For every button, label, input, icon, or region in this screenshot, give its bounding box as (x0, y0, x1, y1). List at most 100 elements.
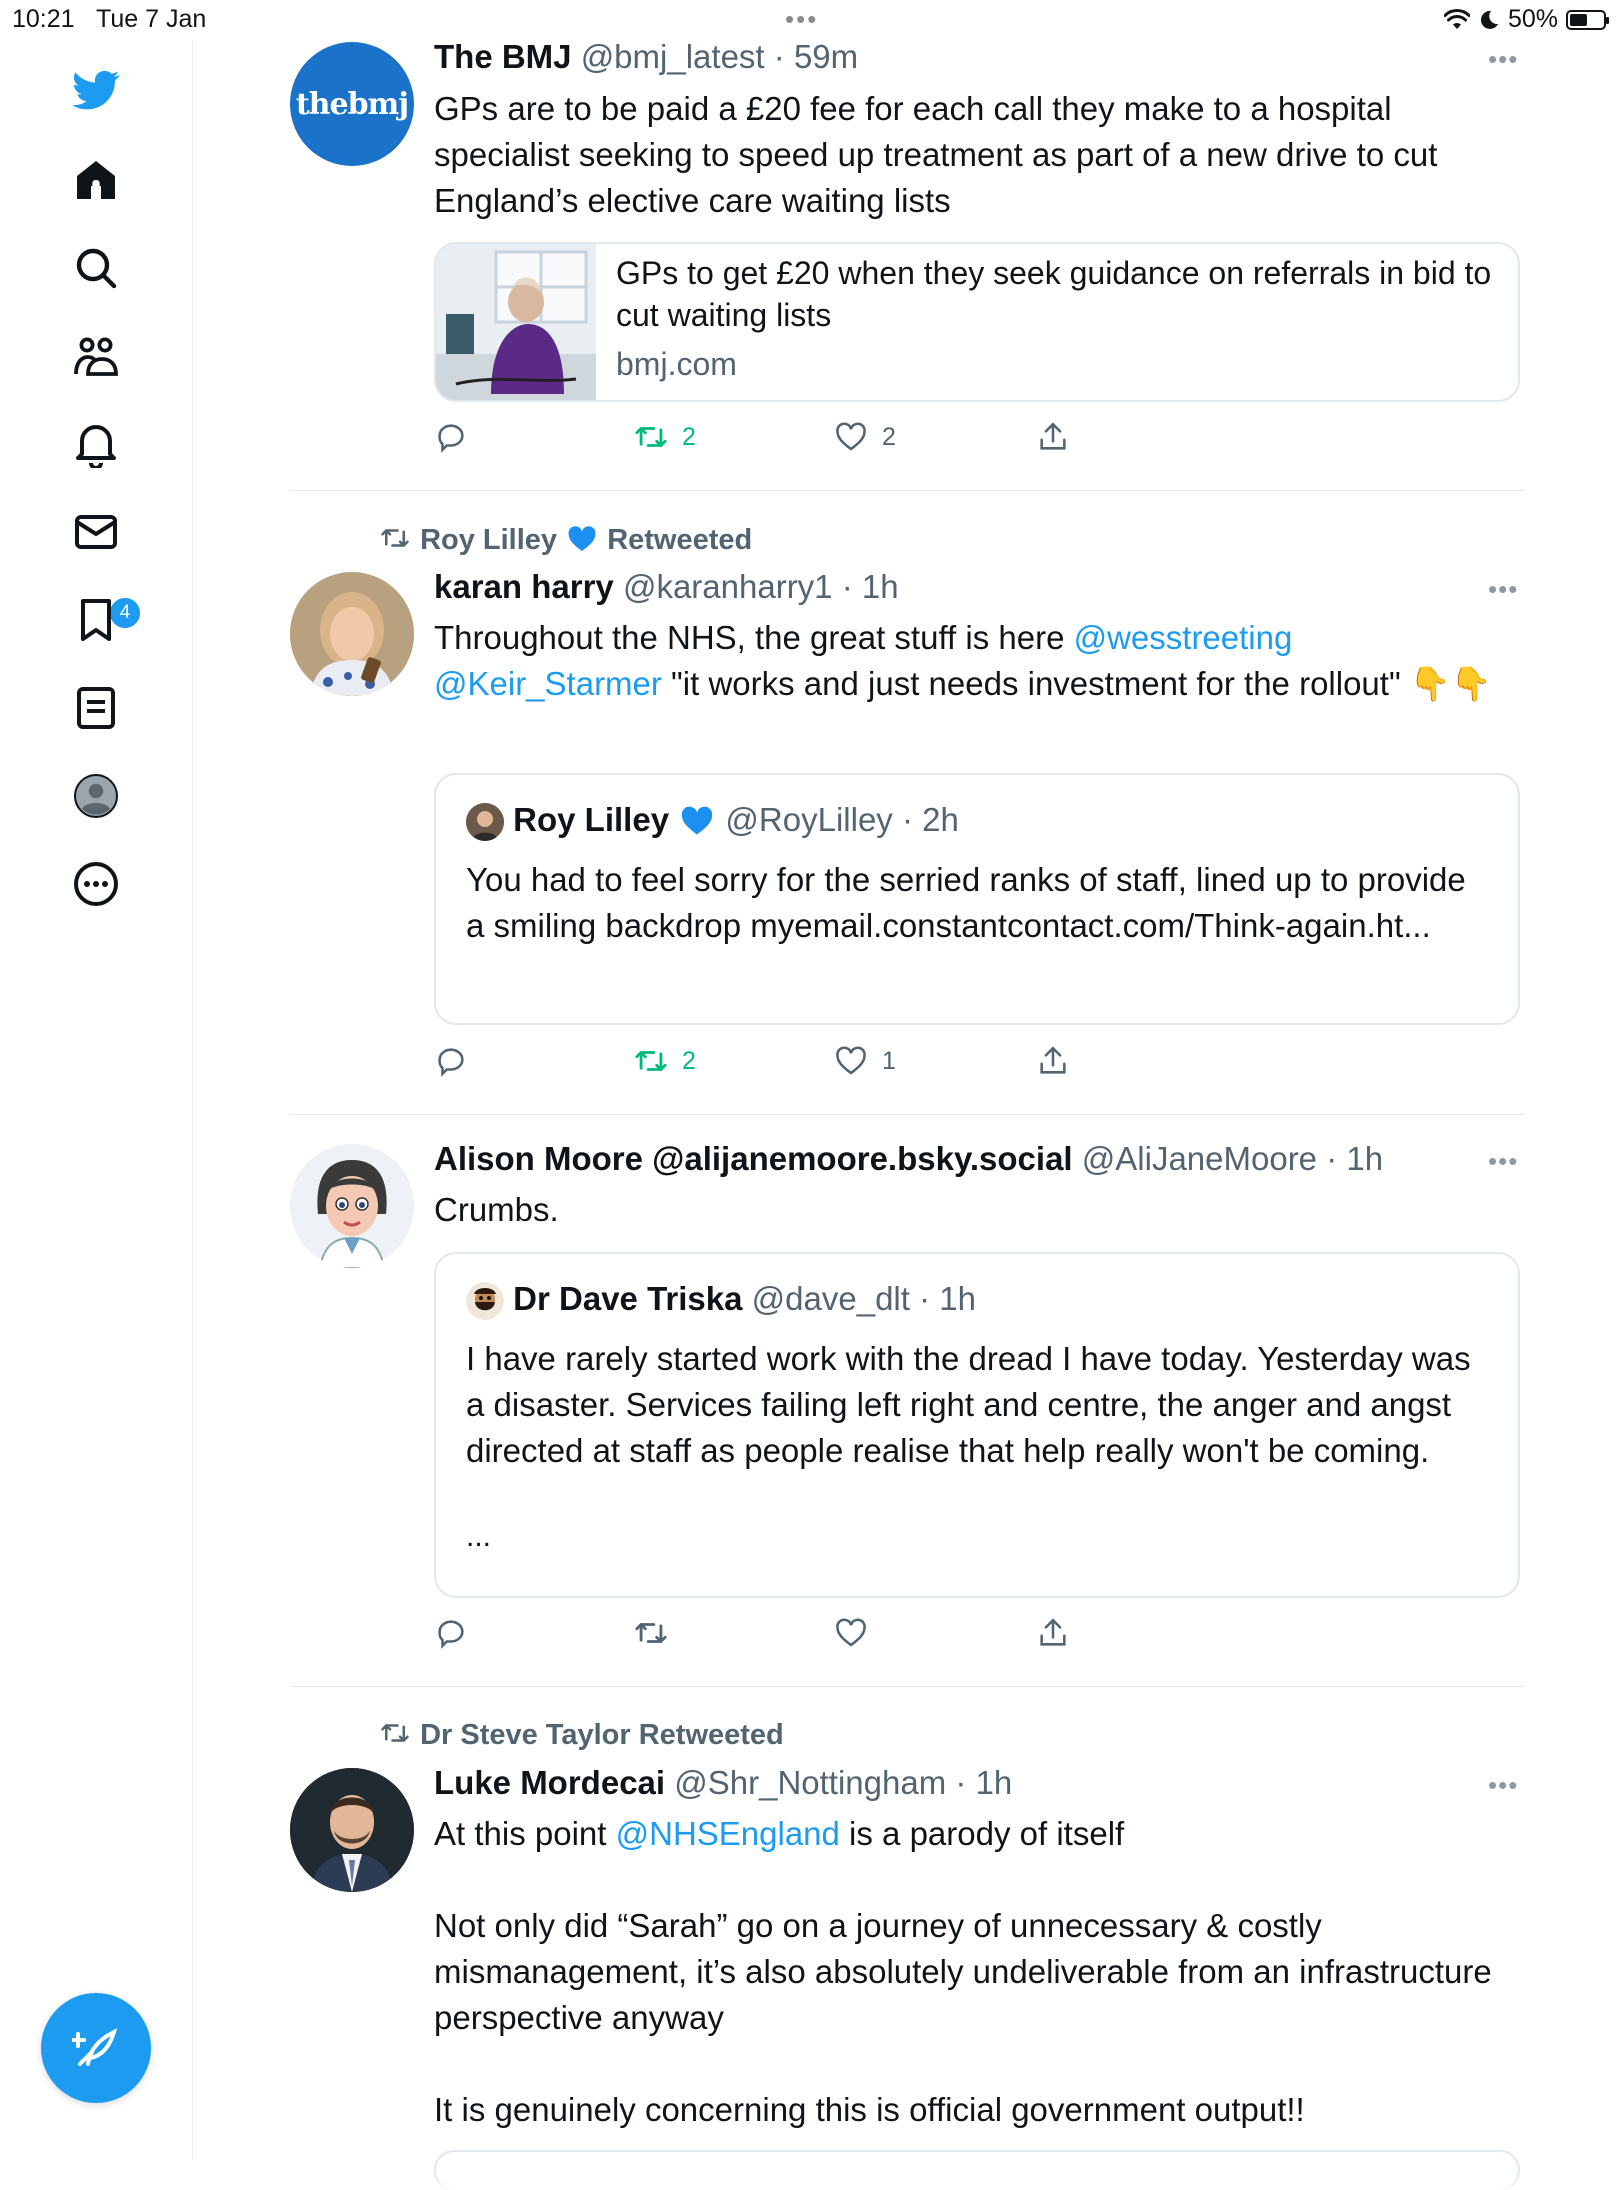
author-name[interactable]: Alison Moore @alijanemoore.bsky.social (434, 1140, 1073, 1177)
dot-separator: · (841, 568, 853, 605)
tweet-more-button[interactable]: ••• (1488, 1146, 1518, 1177)
profile-avatar-icon[interactable] (68, 768, 124, 824)
retweet-context[interactable]: Roy Lilley Retweeted (378, 523, 752, 557)
battery-icon (1566, 9, 1609, 30)
retweeted-label: Retweeted (607, 524, 753, 556)
tweet-header: Alison Moore @alijanemoore.bsky.social @… (434, 1140, 1383, 1178)
author-name[interactable]: karan harry (434, 568, 614, 605)
tweet-text: Crumbs. (434, 1191, 559, 1228)
tweet-avatar-alison[interactable] (290, 1144, 414, 1268)
share-button[interactable] (1036, 1616, 1070, 1650)
mention-link[interactable]: @NHSEngland (616, 1815, 840, 1852)
share-icon (1040, 1618, 1066, 1646)
like-count: 1 (882, 1046, 896, 1075)
link-card[interactable]: GPs to get £20 when they seek guidance o… (434, 242, 1520, 402)
tweet-text: At this point @NHSEngland is a parody of… (434, 1811, 1524, 1857)
quoted-tweet[interactable]: Dr Dave Triska @dave_dlt · 1h I have rar… (434, 1252, 1520, 1598)
embedded-card-top[interactable] (434, 2150, 1520, 2190)
tweet-text-end: is a parody of itself (839, 1815, 1125, 1852)
tweet-header: karan harry @karanharry1 · 1h (434, 568, 899, 606)
sidebar: 4 (0, 40, 193, 2160)
bmj-logo-text: thebmj (295, 86, 409, 122)
author-name[interactable]: Luke Mordecai (434, 1764, 665, 1801)
bookmarks-icon[interactable] (68, 592, 124, 648)
compose-feather-icon (72, 2028, 118, 2066)
mention-link[interactable]: @wesstreeting (1074, 619, 1293, 656)
more-options-icon[interactable] (68, 856, 124, 912)
notifications-bell-icon[interactable] (68, 416, 124, 472)
retweet-icon (635, 1623, 667, 1643)
quoted-author-name: Roy Lilley (513, 801, 670, 838)
search-icon[interactable] (68, 240, 124, 296)
status-bar: 10:21 Tue 7 Jan ••• 50% (0, 0, 1620, 40)
tweet-avatar-luke[interactable] (290, 1768, 414, 1892)
lists-icon[interactable] (68, 680, 124, 736)
tweet-avatar-bmj[interactable]: thebmj (290, 42, 414, 166)
retweet-count: 2 (682, 1046, 696, 1075)
status-date: Tue 7 Jan (96, 5, 207, 33)
like-button[interactable] (834, 1616, 868, 1650)
share-button[interactable] (1036, 1044, 1070, 1078)
messages-icon[interactable] (68, 504, 124, 560)
dot-separator: · (1326, 1140, 1338, 1177)
tweet-actions (434, 1616, 1074, 1660)
communities-icon[interactable] (68, 328, 124, 384)
tweet-time[interactable]: 1h (862, 568, 899, 605)
share-button[interactable] (1036, 420, 1070, 454)
retweet-button[interactable]: 2 (634, 1044, 696, 1078)
like-button[interactable]: 2 (834, 420, 896, 454)
like-heart-icon (836, 422, 866, 451)
link-card-title: GPs to get £20 when they seek guidance o… (616, 255, 1492, 333)
tweet-paragraph-3: It is genuinely concerning this is offic… (434, 2091, 1305, 2128)
tweet-header: Luke Mordecai @Shr_Nottingham · 1h (434, 1764, 1012, 1802)
tweet-more-button[interactable]: ••• (1488, 1770, 1518, 1801)
reply-button[interactable] (434, 1616, 468, 1650)
quoted-tweet-text: I have rarely started work with the drea… (466, 1340, 1471, 1469)
like-button[interactable]: 1 (834, 1044, 896, 1078)
author-handle[interactable]: @Shr_Nottingham (674, 1764, 946, 1801)
quoted-author-handle: @RoyLilley (725, 801, 893, 838)
quoted-author-avatar (466, 1282, 504, 1321)
twitter-logo-icon[interactable] (68, 62, 124, 118)
tweet-more-button[interactable]: ••• (1488, 44, 1518, 75)
retweeter-name: Roy Lilley (420, 524, 558, 556)
reply-button[interactable] (434, 420, 468, 454)
tweet-avatar-karan[interactable] (290, 572, 414, 696)
retweet-icon (635, 1051, 667, 1071)
reply-icon (438, 1048, 464, 1077)
retweet-context-icon (381, 529, 409, 547)
battery-percent: 50% (1507, 5, 1558, 33)
quoted-author-name: Dr Dave Triska (513, 1280, 743, 1317)
author-handle[interactable]: @bmj_latest (581, 38, 765, 75)
tweet-text-end: "it works and just needs investment for … (661, 665, 1493, 702)
author-handle[interactable]: @AliJaneMoore (1082, 1140, 1317, 1177)
tweet-time[interactable]: 1h (976, 1764, 1013, 1801)
share-icon (1040, 1046, 1066, 1074)
reply-button[interactable] (434, 1044, 468, 1078)
quoted-tweet-ellipsis: ... (466, 1520, 492, 1553)
dot-separator: · (955, 1764, 967, 1801)
tweet-header: The BMJ @bmj_latest · 59m (434, 38, 858, 76)
blue-heart-icon (568, 526, 596, 551)
quoted-author-avatar (466, 803, 504, 842)
author-handle[interactable]: @karanharry1 (623, 568, 833, 605)
home-icon[interactable] (68, 152, 124, 208)
multitasking-dots[interactable]: ••• (785, 4, 818, 35)
retweet-icon (635, 427, 667, 447)
like-heart-icon (836, 1618, 866, 1647)
tweet-time[interactable]: 59m (794, 38, 858, 75)
quoted-tweet[interactable]: Roy Lilley @RoyLilley · 2h You had to fe… (434, 773, 1520, 1025)
retweet-button[interactable] (634, 1616, 668, 1650)
tweet-more-button[interactable]: ••• (1488, 574, 1518, 605)
quoted-tweet-time: 1h (939, 1280, 976, 1317)
status-time: 10:21 (12, 5, 75, 33)
compose-tweet-button[interactable] (41, 1993, 151, 2103)
author-name[interactable]: The BMJ (434, 38, 572, 75)
like-heart-icon (836, 1046, 866, 1075)
mention-link[interactable]: @Keir_Starmer (434, 665, 662, 702)
retweet-button[interactable]: 2 (634, 420, 696, 454)
tweet-time[interactable]: 1h (1346, 1140, 1383, 1177)
retweet-context[interactable]: Dr Steve Taylor Retweeted (378, 1718, 784, 1752)
retweeter-label: Dr Steve Taylor Retweeted (420, 1719, 784, 1751)
reply-icon (438, 424, 464, 453)
